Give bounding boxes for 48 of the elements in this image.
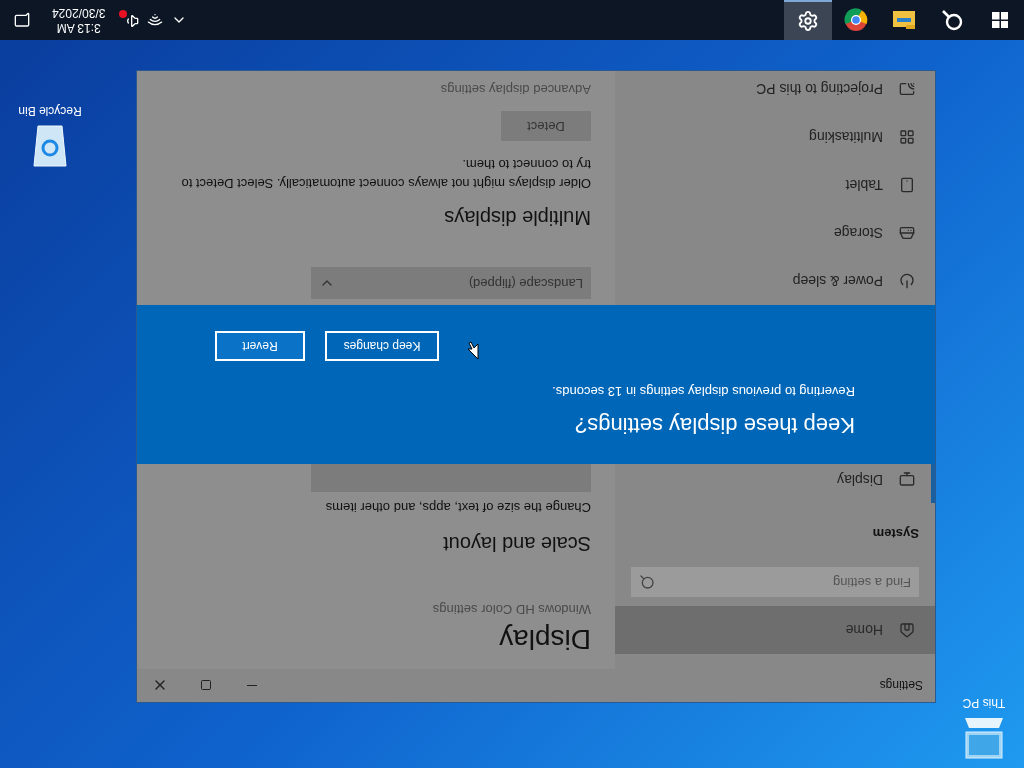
sidebar-item[interactable]: Tablet xyxy=(615,161,935,209)
notification-icon xyxy=(14,12,30,28)
description-text: Change the size of text, apps, and other items xyxy=(324,499,591,518)
minimize-icon xyxy=(247,685,257,686)
section-heading: Scale and layout xyxy=(442,532,591,558)
taskbar-app[interactable] xyxy=(784,0,832,40)
clock[interactable]: 3:13 AM 3/30/2024 xyxy=(44,5,114,35)
desktop-icon-label: Recycle Bin xyxy=(18,103,82,120)
recycle-bin-icon[interactable] xyxy=(30,124,70,170)
network-icon[interactable] xyxy=(147,12,164,28)
sidebar-item[interactable]: Projecting to this PC xyxy=(615,71,935,113)
grid-icon xyxy=(899,129,915,145)
hdr-link[interactable]: Windows HD Color settings xyxy=(137,599,591,619)
volume-button[interactable] xyxy=(121,11,140,29)
section-heading: System xyxy=(871,525,920,543)
power-icon xyxy=(899,273,915,289)
error-icon xyxy=(119,10,128,18)
search-icon xyxy=(639,574,655,590)
search-icon xyxy=(941,9,963,31)
sidebar-item[interactable]: Storage xyxy=(615,209,935,257)
tablet-icon xyxy=(899,177,915,193)
sidebar-home[interactable]: Home xyxy=(615,606,935,654)
computer-icon[interactable] xyxy=(963,716,1005,760)
keep-changes-button[interactable]: Keep changes xyxy=(325,331,439,362)
monitor-icon xyxy=(899,471,915,488)
windows-icon xyxy=(992,12,1008,28)
orientation-dropdown[interactable]: Landscape (flipped) xyxy=(311,267,591,299)
advanced-link[interactable]: Advanced display settings xyxy=(137,79,591,99)
settings-icon xyxy=(797,10,819,32)
detect-button[interactable]: Detect xyxy=(501,111,591,141)
sidebar-item[interactable]: Multitasking xyxy=(615,113,935,161)
dialog-message: Reverting to previous display settings in 13 seconds. xyxy=(551,383,855,401)
page-title: Display xyxy=(498,623,591,657)
dialog-title: Keep these display settings? xyxy=(573,412,855,440)
chrome-icon xyxy=(844,8,868,32)
maximize-icon xyxy=(200,679,212,692)
search-field[interactable]: Find a setting xyxy=(631,567,919,597)
window-title: Settings xyxy=(878,677,924,695)
sidebar-item[interactable]: Power & sleep xyxy=(615,257,935,305)
cast-icon xyxy=(899,81,915,97)
cursor-icon xyxy=(467,341,479,360)
revert-button[interactable]: Revert xyxy=(215,331,305,362)
description-text: Older displays might not always connect automatically. Select Detect to try to connect to them. xyxy=(180,156,591,193)
desktop-icon-label: This PC xyxy=(962,695,1006,712)
section-heading: Multiple displays xyxy=(443,206,591,231)
drive-icon xyxy=(899,225,915,241)
folder-icon xyxy=(892,10,916,30)
home-icon xyxy=(899,622,915,638)
